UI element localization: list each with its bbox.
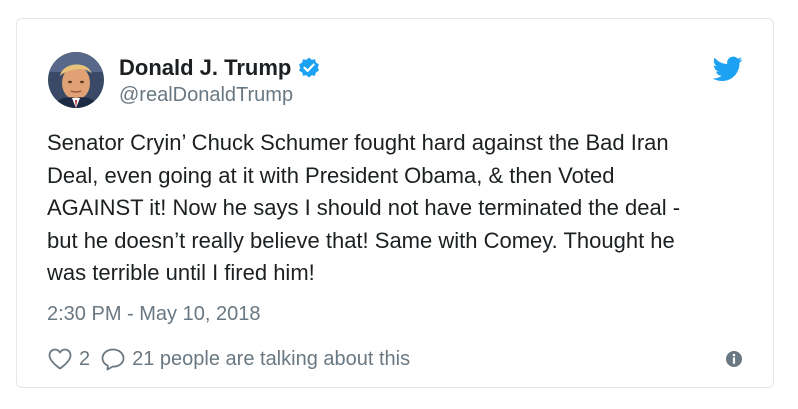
author-name-row: Donald J. Trump [119,54,321,82]
verified-badge-icon [297,56,321,80]
tweet-timestamp[interactable]: 2:30 PM - May 10, 2018 [47,303,260,326]
avatar-image [48,52,104,108]
author-display-name[interactable]: Donald J. Trump [119,55,291,81]
embedded-tweet-card: Donald J. Trump @realDonaldTrump Senator… [16,18,774,388]
reply-conversation-link[interactable]: 21 people are talking about this [100,347,410,371]
author-handle[interactable]: @realDonaldTrump [119,84,293,107]
like-button[interactable]: 2 [47,347,90,371]
like-count: 2 [79,347,91,370]
speech-bubble-icon [100,347,126,371]
replies-text: 21 people are talking about this [132,347,411,370]
heart-icon [47,347,73,371]
tweet-text: Senator Cryin’ Chuck Schumer fought hard… [47,130,681,285]
twitter-bird-icon[interactable] [712,56,743,82]
tweet-actions: 2 21 people are talking about this [47,345,410,373]
info-icon[interactable] [725,350,743,368]
author-avatar[interactable] [48,52,104,108]
